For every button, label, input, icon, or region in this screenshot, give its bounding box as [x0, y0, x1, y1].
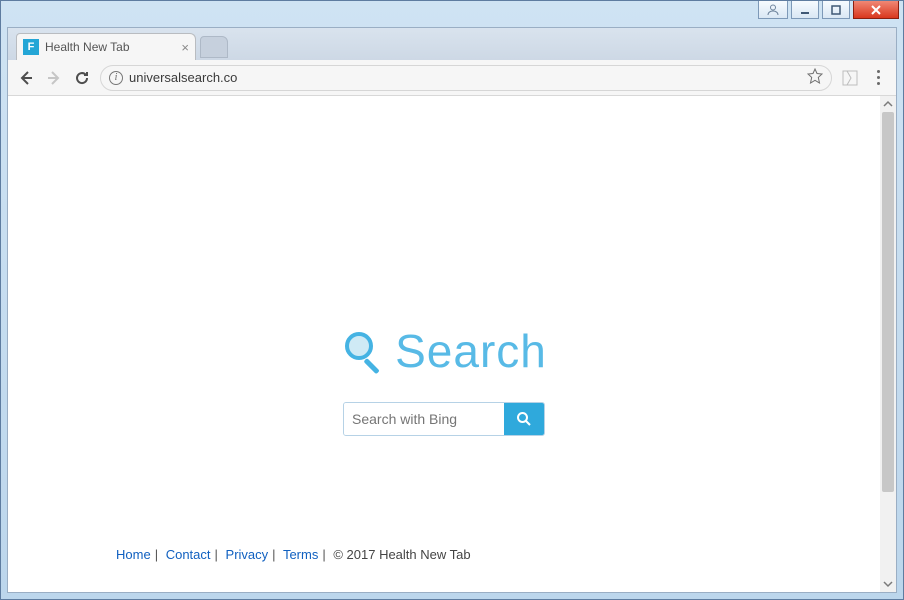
scroll-thumb[interactable]: [882, 112, 894, 492]
magnifier-icon: [341, 328, 387, 374]
footer-link-contact[interactable]: Contact: [166, 547, 211, 562]
minimize-button[interactable]: [791, 1, 819, 19]
reload-icon: [73, 69, 91, 87]
new-tab-button[interactable]: [200, 36, 228, 58]
forward-button[interactable]: [44, 68, 64, 88]
search-brand: Search: [8, 324, 882, 379]
browser-toolbar: i universalsearch.co: [8, 60, 896, 96]
user-icon: [766, 4, 780, 16]
maximize-icon: [830, 4, 842, 16]
back-button[interactable]: [16, 68, 36, 88]
browser-tab[interactable]: F Health New Tab ×: [16, 33, 196, 60]
arrow-left-icon: [17, 69, 35, 87]
scroll-down-arrow[interactable]: [880, 576, 896, 592]
page-viewport: Search Home| Contact| Privacy|: [8, 96, 896, 592]
tab-close-icon[interactable]: ×: [181, 41, 189, 54]
address-bar[interactable]: i universalsearch.co: [100, 65, 832, 91]
tab-strip: F Health New Tab ×: [8, 28, 896, 60]
search-bar: [343, 402, 545, 436]
page-footer: Home| Contact| Privacy| Terms| © 2017 He…: [116, 547, 471, 562]
site-info-icon[interactable]: i: [109, 71, 123, 85]
tab-title: Health New Tab: [45, 40, 130, 54]
page-content: Search Home| Contact| Privacy|: [8, 96, 880, 592]
os-titlebar: [1, 1, 903, 27]
footer-copyright: © 2017 Health New Tab: [333, 547, 470, 562]
arrow-right-icon: [45, 69, 63, 87]
browser-chrome: F Health New Tab × i universalsearch.co: [7, 27, 897, 593]
reload-button[interactable]: [72, 68, 92, 88]
search-input[interactable]: [344, 403, 504, 435]
brand-text: Search: [395, 324, 547, 378]
footer-link-privacy[interactable]: Privacy: [226, 547, 269, 562]
search-icon: [516, 411, 532, 427]
scroll-up-arrow[interactable]: [880, 96, 896, 112]
footer-link-terms[interactable]: Terms: [283, 547, 318, 562]
browser-menu-button[interactable]: [868, 70, 888, 85]
search-button[interactable]: [504, 403, 544, 435]
pdf-icon: [842, 70, 858, 86]
scrollbar[interactable]: [880, 96, 896, 592]
tab-favicon: F: [23, 39, 39, 55]
os-window: F Health New Tab × i universalsearch.co: [0, 0, 904, 600]
maximize-button[interactable]: [822, 1, 850, 19]
footer-link-home[interactable]: Home: [116, 547, 151, 562]
user-button[interactable]: [758, 1, 788, 19]
close-button[interactable]: [853, 1, 899, 19]
minimize-icon: [799, 4, 811, 16]
url-text: universalsearch.co: [129, 70, 801, 85]
extension-icon[interactable]: [840, 68, 860, 88]
close-icon: [869, 4, 883, 16]
bookmark-star-icon[interactable]: [807, 68, 823, 87]
